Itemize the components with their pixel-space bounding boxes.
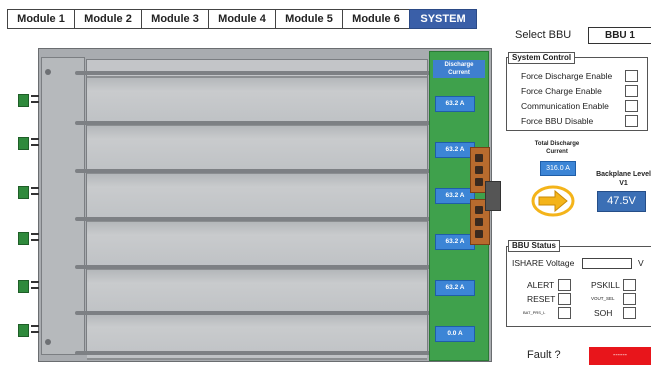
module-1-current: 63.2 A: [435, 96, 475, 112]
busbar-clamp: [485, 181, 501, 211]
force-discharge-label: Force Discharge Enable: [521, 71, 613, 81]
module-6-current: 0.0 A: [435, 326, 475, 342]
module-latch: [18, 322, 39, 337]
backplane-label: Backplane Level V1: [596, 171, 651, 187]
module-latch: [18, 230, 39, 245]
force-charge-label: Force Charge Enable: [521, 86, 602, 96]
pcb-title: Discharge Current: [433, 60, 485, 78]
module-latch: [18, 278, 39, 293]
pskill-label: PSKILL: [591, 280, 620, 290]
bbu-module-slot: [87, 172, 427, 220]
arrow-right-icon: [531, 185, 575, 217]
pskill-checkbox[interactable]: [623, 279, 636, 291]
tab-module-2[interactable]: Module 2: [74, 9, 142, 29]
bbu-module-slot: [87, 124, 427, 172]
soh-label: SOH: [594, 308, 613, 318]
tab-module-6[interactable]: Module 6: [342, 9, 410, 29]
module-3-current: 63.2 A: [435, 188, 475, 204]
rack-bay: [86, 59, 428, 360]
alert-label: ALERT: [527, 280, 555, 290]
bbu-rack-image: Discharge Current 63.2 A 63.2 A 63.2 A 6…: [38, 48, 501, 362]
tab-module-5[interactable]: Module 5: [275, 9, 343, 29]
bbu-select[interactable]: BBU 1: [588, 27, 651, 44]
bbu-module-slot: [87, 220, 427, 268]
rack-rail: [75, 311, 445, 315]
rack-rail: [75, 351, 445, 355]
ishare-voltage-label: ISHARE Voltage: [512, 258, 575, 268]
vout-sel-checkbox[interactable]: [623, 293, 636, 305]
bbu-status-title: BBU Status: [508, 240, 561, 252]
module-4-current: 63.2 A: [435, 234, 475, 250]
force-discharge-checkbox[interactable]: [625, 70, 638, 82]
fault-indicator: ------: [589, 347, 651, 365]
module-5-current: 63.2 A: [435, 280, 475, 296]
bbu-module-slot: [87, 268, 427, 316]
communication-enable-label: Communication Enable: [521, 101, 609, 111]
reset-label: RESET: [527, 294, 556, 304]
rack-rail: [75, 121, 445, 125]
tab-module-3[interactable]: Module 3: [141, 9, 209, 29]
module-tabs: Module 1 Module 2 Module 3 Module 4 Modu…: [7, 9, 477, 29]
soh-checkbox[interactable]: [623, 307, 636, 319]
vout-sel-label: VOUT_SEL: [591, 296, 615, 301]
ishare-voltage-unit: V: [638, 258, 644, 268]
reset-checkbox[interactable]: [558, 293, 571, 305]
fault-label: Fault ?: [527, 349, 561, 361]
tab-module-1[interactable]: Module 1: [7, 9, 75, 29]
rack-rail: [75, 217, 445, 221]
module-2-current: 63.2 A: [435, 142, 475, 158]
rack-rail: [75, 265, 445, 269]
alert-checkbox[interactable]: [558, 279, 571, 291]
rack-rail: [75, 169, 445, 173]
communication-enable-checkbox[interactable]: [625, 100, 638, 112]
force-charge-checkbox[interactable]: [625, 85, 638, 97]
backplane-voltage-value: 47.5V: [597, 191, 646, 212]
bbu-module-slot: [87, 76, 427, 124]
module-latch: [18, 92, 39, 107]
module-latch: [18, 184, 39, 199]
bat-prs-label: BAT_PRS_L: [523, 310, 546, 315]
force-bbu-disable-checkbox[interactable]: [625, 115, 638, 127]
total-discharge-label: Total Discharge Current: [534, 141, 580, 155]
rack-rail: [75, 71, 445, 75]
ishare-voltage-field[interactable]: [582, 258, 632, 269]
select-bbu-label: Select BBU: [515, 29, 572, 41]
force-bbu-disable-label: Force BBU Disable: [521, 116, 594, 126]
tab-module-4[interactable]: Module 4: [208, 9, 276, 29]
system-control-title: System Control: [508, 52, 576, 64]
total-discharge-value: 316.0 A: [540, 161, 576, 176]
screw: [45, 69, 51, 75]
bat-prs-checkbox[interactable]: [558, 307, 571, 319]
module-latch: [18, 135, 39, 150]
tab-system[interactable]: SYSTEM: [409, 9, 477, 29]
screw: [45, 339, 51, 345]
